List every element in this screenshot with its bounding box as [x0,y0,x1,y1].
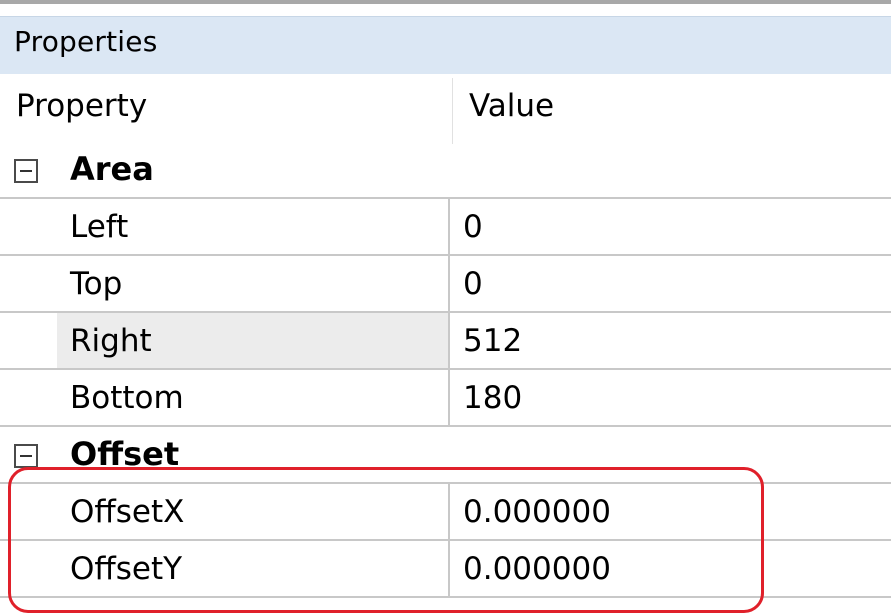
property-grid-column-headers: Property Value [0,74,891,144]
column-header-value[interactable]: Value [469,88,554,124]
column-divider [448,313,450,370]
category-name: Area [70,150,154,188]
column-divider [448,199,450,256]
category-row-area[interactable]: Area [0,142,891,199]
column-resize-handle[interactable] [452,78,453,144]
property-value[interactable]: 180 [463,380,522,416]
property-value[interactable]: 0 [463,209,483,245]
properties-panel-header: Properties [0,16,891,75]
column-divider [448,484,450,541]
property-name: Left [70,209,129,245]
property-name: Top [70,266,123,302]
property-row-right[interactable]: Right 512 [0,313,891,370]
property-name: Right [70,323,152,359]
property-name: OffsetY [70,551,183,587]
panel-title: Properties [14,25,158,58]
category-row-offset[interactable]: Offset [0,427,891,484]
property-value[interactable]: 512 [463,323,522,359]
property-row-offsety[interactable]: OffsetY 0.000000 [0,541,891,598]
property-row-left[interactable]: Left 0 [0,199,891,256]
collapse-icon[interactable] [14,444,38,468]
property-name: OffsetX [70,494,185,530]
column-divider [448,256,450,313]
property-value[interactable]: 0.000000 [463,551,611,587]
column-header-property[interactable]: Property [16,88,147,124]
window-top-strip [0,4,891,16]
column-divider [448,541,450,598]
property-row-offsetx[interactable]: OffsetX 0.000000 [0,484,891,541]
row-divider [0,596,891,598]
property-name: Bottom [70,380,184,416]
collapse-icon[interactable] [14,159,38,183]
category-name: Offset [70,435,180,473]
property-row-bottom[interactable]: Bottom 180 [0,370,891,427]
property-value[interactable]: 0 [463,266,483,302]
property-value[interactable]: 0.000000 [463,494,611,530]
property-row-top[interactable]: Top 0 [0,256,891,313]
column-divider [448,370,450,427]
